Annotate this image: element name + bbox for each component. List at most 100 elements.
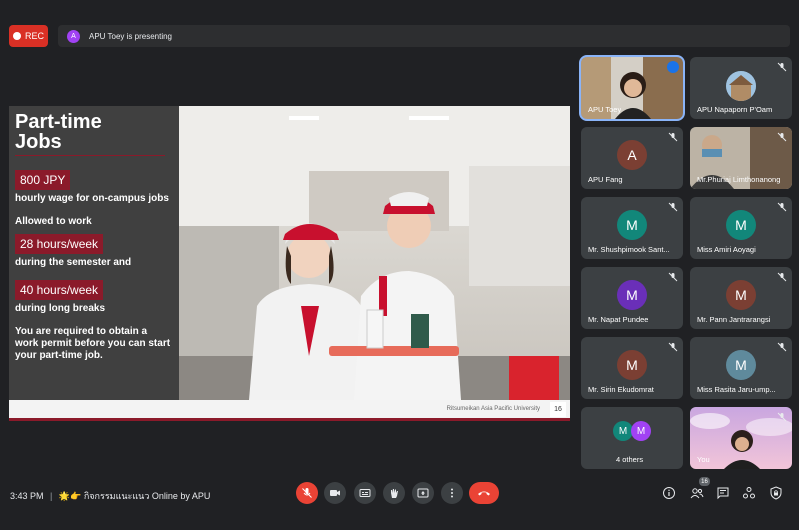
participant-tile-sirin[interactable]: M Mr. Sirin Ekudomrat <box>581 337 683 399</box>
semester-text: during the semester and <box>15 257 132 268</box>
separator: | <box>50 491 53 501</box>
slide-divider <box>15 155 165 156</box>
participant-tile-napaporn[interactable]: APU Napaporn P'Oam <box>690 57 792 119</box>
participant-avatar: M <box>726 280 756 310</box>
participant-tile-toey[interactable]: APU Toey <box>579 55 685 121</box>
break-hours-pill: 40 hours/week <box>15 280 104 300</box>
shared-screen: Part-time Jobs 800 JPY hourly wage for o… <box>9 106 570 421</box>
camera-toggle-button[interactable] <box>324 482 346 504</box>
participant-name: Mr. Pann Jantrarangsi <box>697 315 771 324</box>
meeting-info-button[interactable] <box>660 484 678 502</box>
slide-page-number: 16 <box>550 402 566 417</box>
participant-avatar: A <box>617 140 647 170</box>
participant-avatar: M <box>726 350 756 380</box>
hand-icon <box>391 489 398 498</box>
presenting-banner: A APU Toey is presenting <box>58 25 790 47</box>
mic-off-icon <box>777 272 787 282</box>
raise-hand-button[interactable] <box>383 482 405 504</box>
participant-name: Miss Amiri Aoyagi <box>697 245 756 254</box>
leave-call-button[interactable] <box>469 482 499 504</box>
slide-title-line1: Part-time <box>15 111 102 133</box>
participant-tile-phuriaj[interactable]: Mr.Phuriaj Limthonanong <box>690 127 792 189</box>
participant-name: Mr.Phuriaj Limthonanong <box>697 175 781 184</box>
mic-off-icon <box>668 342 678 352</box>
participant-tile-you[interactable]: You <box>690 407 792 469</box>
bottom-bar: 3:43 PM | 🌟👉 กิจกรรมแนะแนว Online by APU… <box>0 474 799 530</box>
present-screen-icon <box>417 488 429 498</box>
participant-avatar-photo <box>726 71 756 101</box>
chat-button[interactable] <box>714 484 732 502</box>
present-button[interactable] <box>412 482 434 504</box>
participant-tile-others[interactable]: M M 4 others <box>581 407 683 469</box>
slide-photo <box>179 106 570 400</box>
recording-label: REC <box>24 31 44 41</box>
shield-lock-icon <box>770 486 782 500</box>
mic-off-icon <box>777 412 787 422</box>
presenting-text: APU Toey is presenting <box>89 31 173 41</box>
mic-off-icon <box>668 272 678 282</box>
recording-badge: REC <box>9 25 48 47</box>
people-icon <box>690 488 704 499</box>
more-options-button[interactable] <box>441 482 463 504</box>
participant-name: You <box>697 455 710 464</box>
info-icon <box>663 487 675 499</box>
host-controls-button[interactable] <box>767 484 785 502</box>
captions-button[interactable] <box>354 482 376 504</box>
wage-pill: 800 JPY <box>15 170 71 190</box>
mic-off-icon <box>777 342 787 352</box>
cafe-workers-photo-icon <box>179 106 570 400</box>
participant-avatar: M <box>726 210 756 240</box>
speaking-indicator-icon <box>667 61 679 73</box>
record-dot-icon <box>12 32 21 40</box>
slide-title-line2: Jobs <box>15 131 62 153</box>
presenter-avatar: A <box>67 29 80 43</box>
activities-icon <box>743 487 755 499</box>
participant-count-badge: 16 <box>699 477 710 486</box>
mic-off-icon <box>302 488 312 498</box>
participant-avatar: M <box>617 210 647 240</box>
participant-name: APU Napaporn P'Oam <box>697 105 773 114</box>
participant-avatar: M <box>617 350 647 380</box>
top-bar: REC A APU Toey is presenting <box>0 0 799 60</box>
participant-name: APU Fang <box>588 175 623 184</box>
people-button[interactable] <box>688 484 706 502</box>
activities-button[interactable] <box>740 484 758 502</box>
others-avatar-2: M <box>631 421 651 441</box>
participant-name: 4 others <box>616 455 644 464</box>
more-vert-icon <box>451 488 453 498</box>
camera-icon <box>330 490 340 496</box>
participant-name: APU Toey <box>588 105 622 114</box>
participant-tile-amiri[interactable]: M Miss Amiri Aoyagi <box>690 197 792 259</box>
mic-off-icon <box>668 132 678 142</box>
slide-footer: Ritsumeikan Asia Pacific University 16 <box>9 400 570 421</box>
participant-tile-fang[interactable]: A APU Fang <box>581 127 683 189</box>
participant-tile-napat[interactable]: M Mr. Napat Pundee <box>581 267 683 329</box>
break-text: during long breaks <box>15 303 106 314</box>
mic-off-icon <box>777 132 787 142</box>
participant-avatar: M <box>617 280 647 310</box>
permit-text: You are required to obtain a work permit… <box>15 326 171 361</box>
hang-up-icon <box>478 491 490 496</box>
meeting-details[interactable]: 3:43 PM | 🌟👉 กิจกรรมแนะแนว Online by APU <box>10 489 210 503</box>
participant-name: Mr. Sirin Ekudomrat <box>588 385 654 394</box>
others-avatar-1: M <box>613 421 633 441</box>
mic-off-icon <box>777 62 787 72</box>
allowed-text: Allowed to work <box>15 216 92 227</box>
mic-off-icon <box>668 202 678 212</box>
slide-footer-university: Ritsumeikan Asia Pacific University <box>446 406 540 412</box>
mic-off-icon <box>777 202 787 212</box>
participant-name: Mr. Shushpimook Sant... <box>588 245 670 254</box>
meeting-title: 🌟👉 กิจกรรมแนะแนว Online by APU <box>58 491 211 501</box>
slide-text-panel: Part-time Jobs 800 JPY hourly wage for o… <box>9 106 179 400</box>
wage-text: hourly wage for on-campus jobs <box>15 193 169 204</box>
chat-icon <box>717 487 729 500</box>
participant-name: Mr. Napat Pundee <box>588 315 649 324</box>
captions-icon <box>359 489 371 497</box>
participant-name: Miss Rasita Jaru-ump... <box>697 385 776 394</box>
participant-tile-shushpimook[interactable]: M Mr. Shushpimook Sant... <box>581 197 683 259</box>
mic-toggle-button[interactable] <box>296 482 318 504</box>
participant-tile-rasita[interactable]: M Miss Rasita Jaru-ump... <box>690 337 792 399</box>
slide-title: Part-time Jobs <box>15 112 173 152</box>
participant-tile-pann[interactable]: M Mr. Pann Jantrarangsi <box>690 267 792 329</box>
current-time: 3:43 PM <box>10 491 44 501</box>
